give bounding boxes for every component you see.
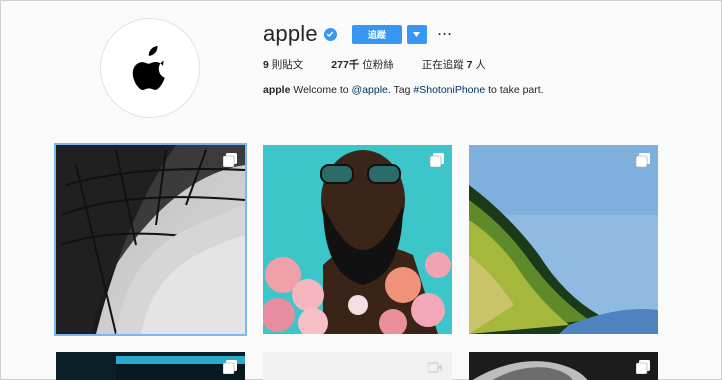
profile-avatar[interactable] bbox=[100, 18, 200, 118]
post-thumbnail-row2-1[interactable] bbox=[56, 352, 245, 380]
profile-username: apple bbox=[263, 21, 318, 46]
post-image bbox=[56, 145, 245, 334]
multiple-posts-icon bbox=[223, 153, 237, 167]
more-options-button[interactable]: ··· bbox=[438, 28, 453, 40]
followers-label: 位粉絲 bbox=[362, 59, 394, 71]
follow-button[interactable]: 追蹤 bbox=[351, 24, 402, 44]
post-image bbox=[56, 352, 245, 380]
bio-name: apple bbox=[263, 84, 291, 96]
multiple-posts-icon bbox=[636, 360, 650, 374]
bio-text: . Tag bbox=[387, 84, 411, 96]
following-count: 7 bbox=[466, 59, 473, 71]
verified-badge-icon bbox=[323, 27, 337, 41]
profile-stats: 9 則貼文 277千 位粉絲 正在追蹤 7 人 bbox=[263, 57, 514, 72]
bio-text: to take part. bbox=[488, 84, 544, 96]
following-stat[interactable]: 正在追蹤 7 人 bbox=[422, 57, 486, 72]
apple-logo-icon bbox=[132, 46, 165, 91]
chevron-down-icon bbox=[413, 31, 421, 37]
following-prefix: 正在追蹤 bbox=[421, 59, 464, 71]
post-image bbox=[469, 352, 658, 380]
post-thumbnail-wave[interactable] bbox=[469, 145, 658, 334]
post-thumbnail-portrait[interactable] bbox=[263, 145, 452, 334]
followers-count: 277千 bbox=[331, 59, 360, 71]
profile-header: apple 追蹤 ··· bbox=[263, 21, 453, 47]
following-suffix: 人 bbox=[475, 59, 486, 71]
multiple-posts-icon bbox=[223, 360, 237, 374]
multiple-posts-icon bbox=[636, 153, 650, 167]
post-image bbox=[263, 145, 452, 334]
posts-stat: 9 則貼文 bbox=[263, 57, 303, 72]
bio-text: Welcome to bbox=[293, 84, 349, 96]
bio-hashtag-link[interactable]: #ShotoniPhone bbox=[413, 84, 485, 96]
posts-label: 則貼文 bbox=[271, 59, 304, 71]
video-icon bbox=[428, 362, 442, 373]
followers-stat[interactable]: 277千 位粉絲 bbox=[331, 57, 393, 72]
post-thumbnail-row2-3[interactable] bbox=[469, 352, 658, 380]
post-thumbnail-eiffel[interactable] bbox=[54, 143, 247, 336]
multiple-posts-icon bbox=[430, 153, 444, 167]
suggestions-dropdown-button[interactable] bbox=[406, 24, 427, 44]
post-thumbnail-row2-2[interactable] bbox=[263, 352, 452, 380]
bio-mention-link[interactable]: @apple bbox=[352, 84, 388, 96]
profile-bio: apple Welcome to @apple. Tag #ShotoniPho… bbox=[263, 84, 544, 96]
posts-count: 9 bbox=[263, 59, 269, 71]
post-image bbox=[469, 145, 658, 334]
